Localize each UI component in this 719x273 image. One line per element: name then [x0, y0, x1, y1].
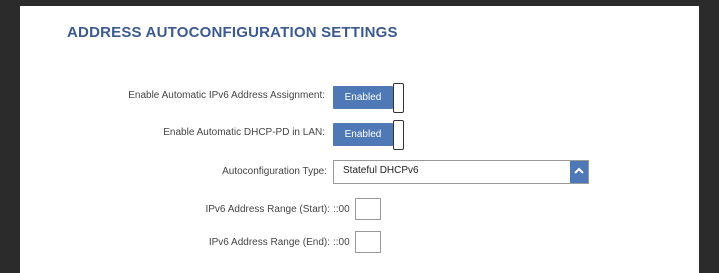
dhcp-pd-toggle-state: Enabled: [333, 123, 393, 146]
frame-border-right: [699, 0, 719, 273]
range-start-input[interactable]: [355, 198, 381, 220]
autoconfig-type-label: Autoconfiguration Type:: [222, 166, 327, 177]
autoconfig-type-select[interactable]: Stateful DHCPv6: [333, 160, 589, 184]
auto-ipv6-toggle-state: Enabled: [333, 86, 393, 109]
window-frame: ADDRESS AUTOCONFIGURATION SETTINGS Enabl…: [0, 0, 719, 273]
section-title: ADDRESS AUTOCONFIGURATION SETTINGS: [67, 24, 398, 41]
dhcp-pd-toggle-knob[interactable]: [393, 120, 404, 150]
settings-panel: ADDRESS AUTOCONFIGURATION SETTINGS Enabl…: [20, 6, 699, 273]
dhcp-pd-label: Enable Automatic DHCP-PD in LAN:: [163, 127, 325, 138]
range-end-prefix: ::00: [333, 237, 350, 248]
range-start-prefix: ::00: [333, 204, 350, 215]
autoconfig-type-value: Stateful DHCPv6: [343, 165, 419, 176]
range-end-label: IPv6 Address Range (End):: [208, 237, 330, 248]
dhcp-pd-toggle[interactable]: Enabled: [333, 120, 404, 150]
chevron-up-icon[interactable]: [570, 161, 588, 183]
range-start-label: IPv6 Address Range (Start):: [205, 204, 330, 215]
auto-ipv6-toggle-knob[interactable]: [393, 83, 404, 113]
auto-ipv6-toggle[interactable]: Enabled: [333, 83, 404, 113]
auto-ipv6-label: Enable Automatic IPv6 Address Assignment…: [128, 90, 325, 101]
range-end-input[interactable]: [355, 231, 381, 253]
frame-border-left: [0, 0, 20, 273]
